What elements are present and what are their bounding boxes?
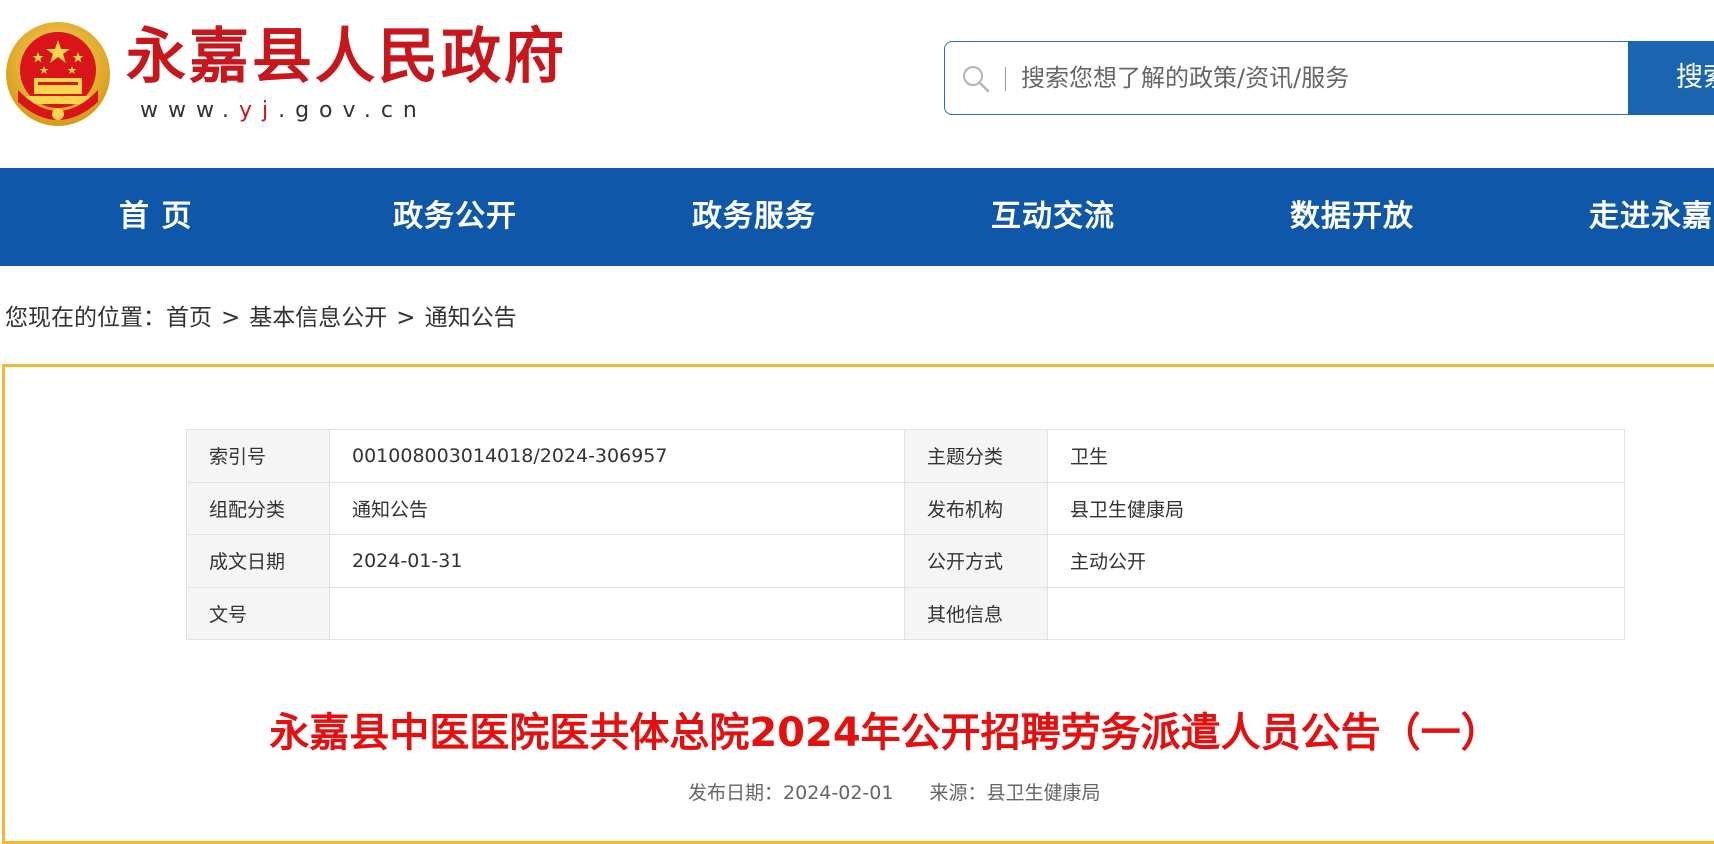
source-label: 来源：	[929, 782, 987, 804]
breadcrumb-separator: >	[221, 305, 241, 331]
meta-value-other-info	[1047, 586, 1625, 640]
table-row: 组配分类 通知公告 发布机构 县卫生健康局	[186, 481, 1625, 535]
breadcrumb: 您现在的位置：首页 > 基本信息公开 > 通知公告	[5, 300, 517, 336]
source-value: 县卫生健康局	[986, 782, 1101, 804]
meta-label-category: 组配分类	[186, 481, 330, 535]
site-url-highlight: yj	[238, 98, 279, 123]
meta-label-doc-number: 文号	[186, 586, 330, 640]
search-icon	[963, 66, 990, 93]
nav-item-about-yongjia[interactable]: 走进永嘉	[1589, 168, 1713, 266]
breadcrumb-item-basic-info[interactable]: 基本信息公开	[249, 300, 387, 336]
meta-value-disclosure: 主动公开	[1047, 534, 1625, 588]
table-row: 索引号 001008003014018/2024-306957 主题分类 卫生	[186, 429, 1625, 483]
site-header: 永嘉县人民政府 www.yj.gov.cn 搜索	[0, 0, 1714, 168]
nav-item-government-services[interactable]: 政务服务	[692, 168, 816, 266]
site-url[interactable]: www.yj.gov.cn	[140, 98, 427, 124]
meta-value-topic: 卫生	[1047, 429, 1625, 483]
site-url-prefix: www.	[140, 98, 239, 123]
article-meta: 发布日期：2024-02-01 来源：县卫生健康局	[688, 778, 1100, 808]
meta-value-index: 001008003014018/2024-306957	[329, 429, 905, 483]
site-name[interactable]: 永嘉县人民政府	[126, 22, 567, 92]
publish-date: 2024-02-01	[783, 782, 894, 804]
document-metadata-table: 索引号 001008003014018/2024-306957 主题分类 卫生 …	[186, 429, 1625, 640]
nav-item-interaction[interactable]: 互动交流	[991, 168, 1115, 266]
national-emblem-icon[interactable]	[4, 20, 112, 132]
main-nav: 首 页 政务公开 政务服务 互动交流 数据开放 走进永嘉	[0, 168, 1714, 266]
breadcrumb-item-home[interactable]: 首页	[166, 300, 212, 336]
table-row: 成文日期 2024-01-31 公开方式 主动公开	[186, 534, 1625, 588]
publish-date-label: 发布日期：	[688, 782, 784, 804]
meta-label-topic: 主题分类	[904, 429, 1048, 483]
breadcrumb-separator: >	[396, 305, 416, 331]
meta-label-written-date: 成文日期	[186, 534, 330, 588]
search-input[interactable]	[1019, 54, 1609, 102]
site-url-suffix: .gov.cn	[278, 98, 427, 123]
search-box	[944, 41, 1630, 115]
nav-item-open-data[interactable]: 数据开放	[1290, 168, 1414, 266]
meta-label-other-info: 其他信息	[904, 586, 1048, 640]
meta-label-index: 索引号	[186, 429, 330, 483]
nav-item-home[interactable]: 首 页	[119, 168, 192, 266]
meta-value-category: 通知公告	[329, 481, 905, 535]
search-divider	[1005, 67, 1006, 91]
meta-value-publisher: 县卫生健康局	[1047, 481, 1625, 535]
breadcrumb-prefix: 您现在的位置：	[5, 305, 166, 331]
meta-value-written-date: 2024-01-31	[329, 534, 905, 588]
meta-label-publisher: 发布机构	[904, 481, 1048, 535]
meta-value-doc-number	[329, 586, 905, 640]
meta-label-disclosure: 公开方式	[904, 534, 1048, 588]
breadcrumb-item-notices[interactable]: 通知公告	[425, 300, 517, 336]
article-title: 永嘉县中医医院医共体总院2024年公开招聘劳务派遣人员公告（一）	[269, 710, 1501, 756]
search-button[interactable]: 搜索	[1628, 41, 1714, 115]
nav-item-government-affairs[interactable]: 政务公开	[393, 168, 517, 266]
table-row: 文号 其他信息	[186, 586, 1625, 640]
